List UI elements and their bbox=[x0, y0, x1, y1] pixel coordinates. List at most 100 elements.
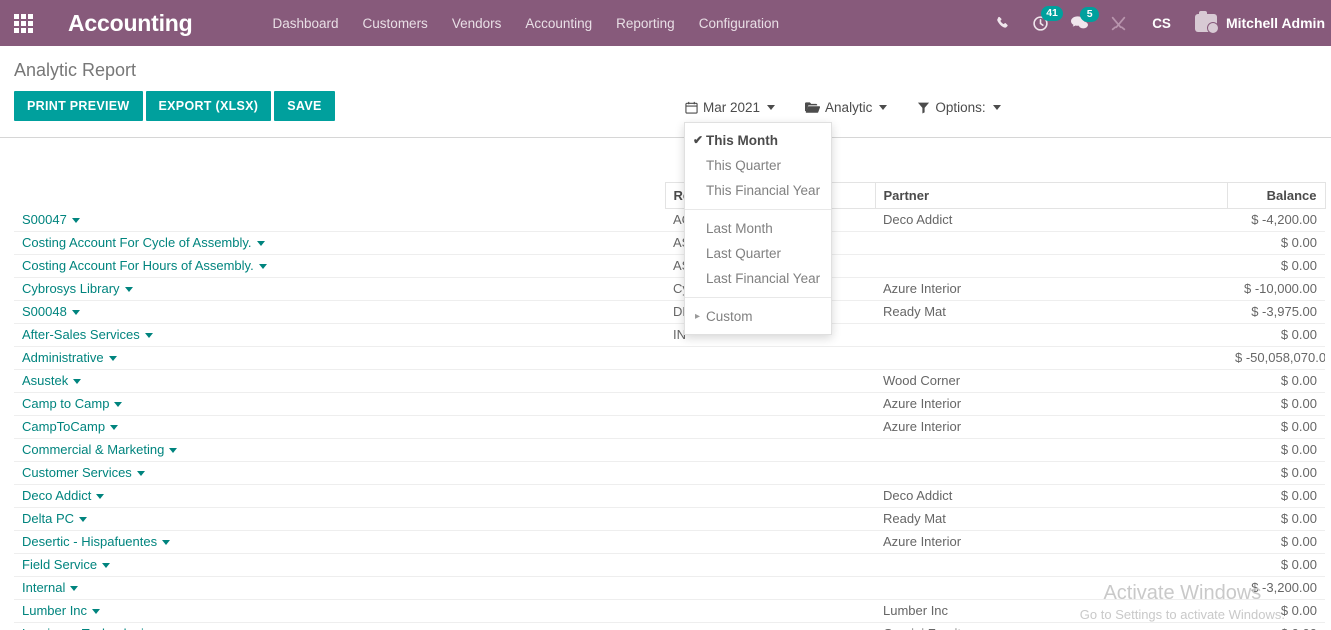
account-name-link[interactable]: Camp to Camp bbox=[22, 396, 109, 411]
dropdown-item-last-financial-year[interactable]: Last Financial Year bbox=[685, 266, 831, 291]
account-name-link[interactable]: Commercial & Marketing bbox=[22, 442, 164, 457]
table-row: Cybrosys Library Cy Azure Interior $ -10,00… bbox=[14, 277, 1325, 301]
cell-balance: $ 0.00 bbox=[1227, 599, 1325, 623]
dropdown-item-this-month[interactable]: ✔ This Month bbox=[685, 128, 831, 153]
phone-icon[interactable] bbox=[995, 16, 1010, 31]
table-row: Desertic - Hispafuentes Azure Interior $ 0… bbox=[14, 530, 1325, 554]
apps-menu-button[interactable] bbox=[0, 0, 46, 46]
menu-item-customers[interactable]: Customers bbox=[351, 2, 440, 45]
dropdown-item-last-quarter[interactable]: Last Quarter bbox=[685, 241, 831, 266]
cell-partner: Azure Interior bbox=[875, 415, 1227, 439]
cell-account-name: Lumber Inc bbox=[14, 599, 665, 623]
print-preview-button[interactable]: PRINT PREVIEW bbox=[14, 91, 143, 121]
check-icon: ✔ bbox=[693, 133, 704, 147]
row-chevron-down-icon[interactable] bbox=[256, 241, 265, 247]
table-row: Internal $ -3,200.00 bbox=[14, 576, 1325, 600]
dropdown-group-current: ✔ This Month This Quarter This Financial… bbox=[685, 128, 831, 203]
account-name-link[interactable]: Costing Account For Hours of Assembly. bbox=[22, 258, 254, 273]
account-name-link[interactable]: Delta PC bbox=[22, 511, 74, 526]
row-chevron-down-icon[interactable] bbox=[114, 402, 123, 408]
account-name-link[interactable]: Field Service bbox=[22, 557, 97, 572]
account-name-link[interactable]: Luminous Technologies bbox=[22, 626, 158, 630]
cell-reference bbox=[665, 599, 875, 623]
account-name-link[interactable]: Lumber Inc bbox=[22, 603, 87, 618]
dropdown-item-this-quarter[interactable]: This Quarter bbox=[685, 153, 831, 178]
developer-tools-icon[interactable] bbox=[1110, 15, 1127, 32]
row-chevron-down-icon[interactable] bbox=[102, 563, 111, 569]
cell-account-name: CampToCamp bbox=[14, 415, 665, 439]
cell-account-name: Deco Addict bbox=[14, 484, 665, 508]
cell-reference bbox=[665, 369, 875, 393]
cell-balance: $ 0.00 bbox=[1227, 369, 1325, 393]
account-name-link[interactable]: Asustek bbox=[22, 373, 68, 388]
account-name-link[interactable]: Desertic - Hispafuentes bbox=[22, 534, 157, 549]
menu-item-vendors[interactable]: Vendors bbox=[440, 2, 514, 45]
cell-reference bbox=[665, 530, 875, 554]
row-chevron-down-icon[interactable] bbox=[92, 609, 101, 615]
table-row: Commercial & Marketing $ 0.00 bbox=[14, 438, 1325, 462]
row-chevron-down-icon[interactable] bbox=[258, 264, 267, 270]
row-chevron-down-icon[interactable] bbox=[71, 310, 80, 316]
dropdown-item-label: This Financial Year bbox=[706, 183, 821, 198]
activity-clock-icon[interactable]: 41 bbox=[1032, 5, 1063, 32]
cell-account-name: Commercial & Marketing bbox=[14, 438, 665, 462]
dropdown-item-custom[interactable]: ▸ Custom bbox=[685, 304, 831, 329]
options-filter-button[interactable]: Options: bbox=[911, 97, 1006, 118]
row-chevron-down-icon[interactable] bbox=[73, 379, 82, 385]
menu-item-dashboard[interactable]: Dashboard bbox=[261, 2, 351, 45]
cell-reference bbox=[665, 622, 875, 630]
cell-balance: $ 0.00 bbox=[1227, 553, 1325, 577]
row-chevron-down-icon[interactable] bbox=[79, 517, 88, 523]
menu-item-configuration[interactable]: Configuration bbox=[687, 2, 791, 45]
table-row: Customer Services $ 0.00 bbox=[14, 461, 1325, 485]
table-row: Deco Addict Deco Addict $ 0.00 bbox=[14, 484, 1325, 508]
cell-reference bbox=[665, 461, 875, 485]
row-chevron-down-icon[interactable] bbox=[108, 356, 117, 362]
account-name-link[interactable]: Customer Services bbox=[22, 465, 132, 480]
cell-reference bbox=[665, 346, 875, 370]
dropdown-item-this-financial-year[interactable]: This Financial Year bbox=[685, 178, 831, 203]
menu-item-reporting[interactable]: Reporting bbox=[604, 2, 687, 45]
account-name-link[interactable]: Cybrosys Library bbox=[22, 281, 120, 296]
menu-item-accounting[interactable]: Accounting bbox=[513, 2, 604, 45]
date-filter-button[interactable]: Mar 2021 bbox=[679, 97, 781, 118]
messages-chat-icon[interactable]: 5 bbox=[1071, 6, 1100, 31]
dropdown-separator bbox=[685, 209, 831, 210]
table-row: After-Sales Services IN $ 0.00 bbox=[14, 323, 1325, 347]
account-name-link[interactable]: Internal bbox=[22, 580, 65, 595]
row-chevron-down-icon[interactable] bbox=[144, 333, 153, 339]
row-chevron-down-icon[interactable] bbox=[110, 425, 119, 431]
account-name-link[interactable]: S00047 bbox=[22, 212, 67, 227]
row-chevron-down-icon[interactable] bbox=[136, 471, 145, 477]
account-name-link[interactable]: After-Sales Services bbox=[22, 327, 140, 342]
analytic-filter-button[interactable]: Analytic bbox=[799, 97, 893, 118]
account-name-link[interactable]: S00048 bbox=[22, 304, 67, 319]
company-initials[interactable]: CS bbox=[1152, 16, 1171, 31]
row-chevron-down-icon[interactable] bbox=[96, 494, 105, 500]
page-title: Analytic Report bbox=[14, 60, 137, 80]
user-menu[interactable]: Mitchell Admin bbox=[1194, 11, 1325, 34]
account-name-link[interactable]: Deco Addict bbox=[22, 488, 91, 503]
row-chevron-down-icon[interactable] bbox=[124, 287, 133, 293]
cell-account-name: Cybrosys Library bbox=[14, 277, 665, 301]
report-table-container: Re Partner Balance S00047 AC Deco Addict $ … bbox=[0, 182, 1331, 630]
row-chevron-down-icon[interactable] bbox=[70, 586, 79, 592]
row-chevron-down-icon[interactable] bbox=[71, 217, 80, 223]
dropdown-item-last-month[interactable]: Last Month bbox=[685, 216, 831, 241]
account-name-link[interactable]: Administrative bbox=[22, 350, 104, 365]
cell-partner: Gemini Furniture bbox=[875, 622, 1227, 630]
cell-reference bbox=[665, 438, 875, 462]
cell-reference bbox=[665, 576, 875, 600]
row-chevron-down-icon[interactable] bbox=[169, 448, 178, 454]
export-xlsx-button[interactable]: EXPORT (XLSX) bbox=[145, 91, 272, 121]
account-name-link[interactable]: CampToCamp bbox=[22, 419, 105, 434]
save-button[interactable]: SAVE bbox=[274, 91, 335, 121]
row-chevron-down-icon[interactable] bbox=[162, 540, 171, 546]
cell-account-name: Asustek bbox=[14, 369, 665, 393]
control-bar: PRINT PREVIEW EXPORT (XLSX) SAVE bbox=[0, 81, 1331, 129]
dropdown-item-label: Custom bbox=[706, 309, 753, 324]
account-name-link[interactable]: Costing Account For Cycle of Assembly. bbox=[22, 235, 252, 250]
app-brand-title[interactable]: Accounting bbox=[68, 10, 193, 37]
dropdown-item-label: This Month bbox=[706, 133, 778, 148]
cell-partner: Ready Mat bbox=[875, 507, 1227, 531]
